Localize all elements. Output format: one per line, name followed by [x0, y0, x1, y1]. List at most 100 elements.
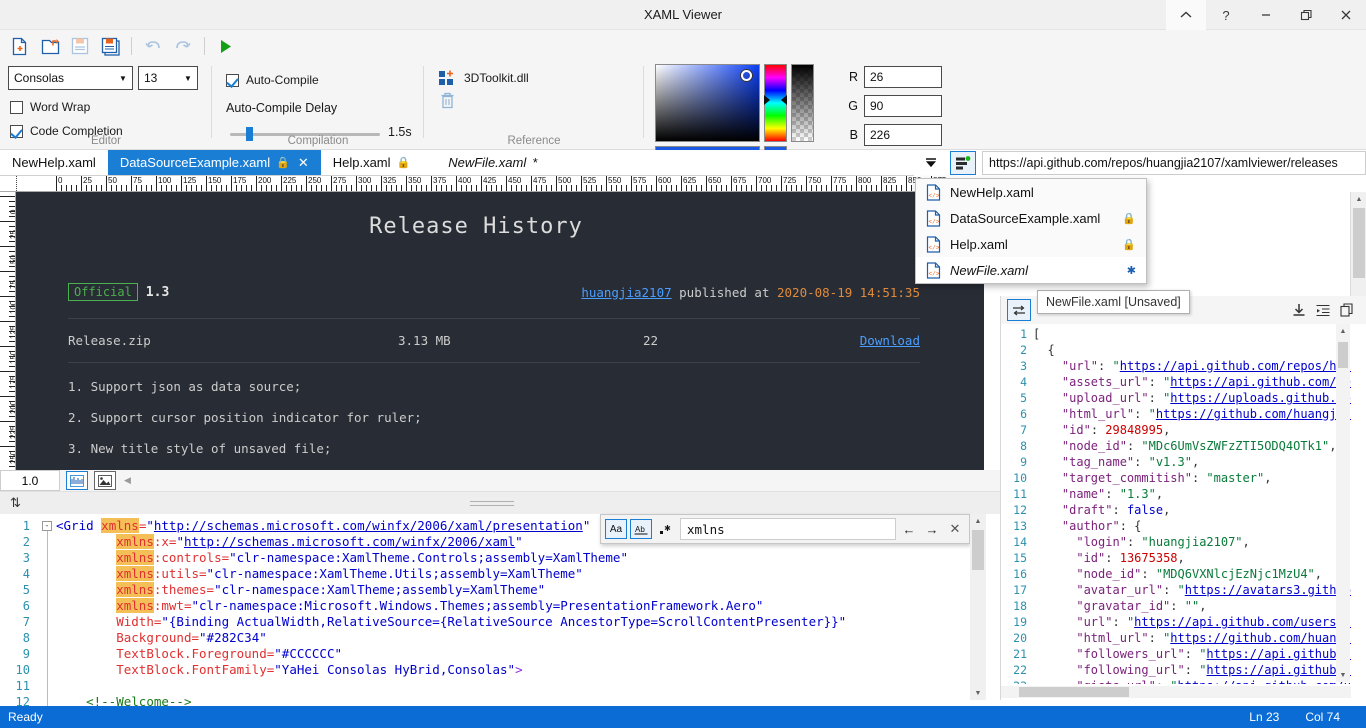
ruler-toggle-button[interactable]: [66, 471, 88, 490]
ruler-minor-tick: [891, 185, 892, 191]
tab-newfile[interactable]: NewFile.xaml *: [436, 150, 549, 175]
vertical-ruler[interactable]: 0255075100125150175200225250: [0, 192, 16, 470]
copy-button[interactable]: [1335, 299, 1359, 321]
horizontal-ruler[interactable]: 0 25 50 75 100 125 150 175 200 225 250 275 300 325 350…: [0, 176, 1000, 192]
ruler-minor-tick: [661, 185, 662, 191]
font-family-combo[interactable]: Consolas ▼: [8, 66, 133, 90]
redo-icon[interactable]: [169, 33, 197, 59]
json-scroll-down-icon[interactable]: ▼: [1336, 668, 1350, 682]
background-image-button[interactable]: [94, 471, 116, 490]
url-input[interactable]: https://api.github.com/repos/huangjia210…: [982, 151, 1366, 175]
download-data-button[interactable]: [1287, 299, 1311, 321]
ruler-minor-tick: [736, 185, 737, 191]
toolbar-separator-2: [204, 37, 205, 55]
ruler-minor-tick: [111, 185, 112, 191]
splitter-bar[interactable]: ⇅: [0, 492, 1000, 514]
asset-row: Release.zip 3.13 MB 22 Download: [68, 333, 920, 348]
swap-panes-icon[interactable]: ⇅: [10, 495, 21, 511]
green-row: G 90: [822, 95, 942, 117]
window-title: XAML Viewer: [643, 7, 723, 22]
run-icon[interactable]: [212, 33, 240, 59]
undo-icon[interactable]: [139, 33, 167, 59]
code-scroll-down-icon[interactable]: ▼: [970, 686, 986, 700]
green-input[interactable]: 90: [864, 95, 942, 117]
ruler-tick-label: 625: [683, 176, 697, 185]
maximize-button[interactable]: [1286, 0, 1326, 30]
font-size-combo[interactable]: 13 ▼: [138, 66, 198, 90]
ruler-tick-label: 450: [508, 176, 522, 185]
find-previous-button[interactable]: ←: [899, 522, 919, 537]
tab-newhelp[interactable]: NewHelp.xaml: [0, 150, 108, 175]
json-scroll-up-icon[interactable]: ▲: [1336, 324, 1350, 338]
match-whole-word-button[interactable]: Ab: [630, 519, 652, 539]
dropdown-item-help[interactable]: </> Help.xaml 🔒: [916, 231, 1146, 257]
ruler-tick-label: 175: [233, 176, 247, 185]
color-selector-ring[interactable]: [741, 70, 752, 81]
format-indent-button[interactable]: [1311, 299, 1335, 321]
ruler-tick-label: 500: [558, 176, 572, 185]
release-author-link[interactable]: huangjia2107: [581, 285, 671, 300]
json-horizontal-scrollbar[interactable]: [1001, 686, 1351, 698]
dropdown-item-newfile[interactable]: </> NewFile.xaml ✱: [916, 257, 1146, 283]
blue-input[interactable]: 226: [864, 124, 942, 146]
dropdown-item-datasourceexample[interactable]: </> DataSourceExample.xaml 🔒: [916, 205, 1146, 231]
code-scroll-thumb[interactable]: [972, 530, 984, 570]
match-case-button[interactable]: Aa: [605, 519, 627, 539]
asset-download-link[interactable]: Download: [860, 333, 920, 348]
code-fold-toggle[interactable]: -: [42, 521, 52, 531]
find-next-button[interactable]: →: [922, 522, 942, 537]
tab-label: DataSourceExample.xaml: [119, 155, 271, 170]
help-button[interactable]: ?: [1206, 0, 1246, 30]
splitter-grip[interactable]: [470, 501, 514, 509]
ruler-minor-tick: [786, 185, 787, 191]
code-editor[interactable]: 1 - <Grid xmlns="http://schemas.microsoft.…: [0, 514, 1000, 714]
collapse-ribbon-button[interactable]: [1166, 0, 1206, 30]
dropdown-label: NewHelp.xaml: [950, 184, 1034, 200]
scroll-up-icon[interactable]: ▲: [1351, 192, 1366, 206]
auto-compile-checkbox[interactable]: Auto-Compile: [226, 69, 319, 91]
json-vertical-scrollbar[interactable]: ▲ ▼: [1336, 324, 1350, 682]
find-input[interactable]: xmlns: [680, 518, 896, 540]
open-file-icon[interactable]: [36, 33, 64, 59]
alpha-slider[interactable]: [791, 64, 814, 142]
status-line: Ln 23: [1249, 710, 1280, 724]
blue-row: B 226: [822, 124, 942, 146]
close-tab-icon[interactable]: ✕: [298, 155, 309, 171]
close-find-button[interactable]: ✕: [945, 521, 965, 537]
hue-slider[interactable]: [764, 64, 787, 142]
ruler-minor-tick: [86, 185, 87, 191]
status-position: Ln 23 Col 74: [1249, 710, 1340, 724]
close-button[interactable]: [1326, 0, 1366, 30]
tab-datasourceexample[interactable]: DataSourceExample.xaml 🔒 ✕: [107, 150, 321, 175]
tab-overflow-button[interactable]: [918, 151, 944, 175]
code-vertical-scrollbar[interactable]: ▲ ▼: [970, 514, 986, 700]
ruler-minor-tick: [586, 185, 587, 191]
json-hscroll-thumb[interactable]: [1019, 687, 1129, 697]
json-line-number: 13: [1013, 519, 1027, 533]
preview-scroll-thumb[interactable]: [1353, 208, 1365, 278]
zoom-level-input[interactable]: 1.0: [0, 470, 60, 491]
ruler-major-tick: [681, 176, 682, 191]
save-all-icon[interactable]: [96, 33, 124, 59]
minimize-button[interactable]: [1246, 0, 1286, 30]
code-scroll-up-icon[interactable]: ▲: [970, 514, 986, 528]
red-input[interactable]: 26: [864, 66, 942, 88]
json-code-view[interactable]: 1 [2 {3 "url": "https://api.github.com/re…: [1001, 324, 1351, 684]
save-file-icon[interactable]: [66, 33, 94, 59]
preview-canvas[interactable]: Release History Official 1.3 huangjia210…: [16, 192, 984, 470]
regex-button[interactable]: [655, 519, 677, 539]
data-source-button[interactable]: [950, 151, 976, 175]
saturation-value-field[interactable]: [655, 64, 760, 142]
tab-help[interactable]: Help.xaml 🔒: [321, 150, 423, 175]
ruler-minor-tick: [501, 185, 502, 191]
ruler-minor-tick: [816, 185, 817, 191]
word-wrap-checkbox[interactable]: Word Wrap: [10, 96, 90, 118]
ruler-tick-label: 825: [883, 176, 897, 185]
sync-data-button[interactable]: [1007, 299, 1031, 321]
new-file-icon[interactable]: [6, 33, 34, 59]
delete-reference-button[interactable]: [440, 92, 455, 109]
ruler-major-tick: [481, 176, 482, 191]
json-scroll-thumb[interactable]: [1338, 342, 1348, 368]
reference-item[interactable]: 3DToolkit.dll: [438, 67, 529, 89]
dropdown-item-newhelp[interactable]: </> NewHelp.xaml: [916, 179, 1146, 205]
